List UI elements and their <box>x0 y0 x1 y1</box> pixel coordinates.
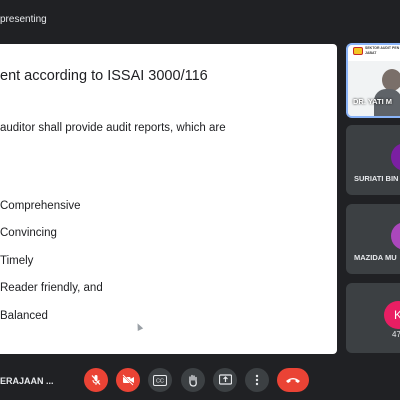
agency-logo-icon <box>353 47 363 55</box>
slide-intro: auditor shall provide audit reports, whi… <box>0 122 226 134</box>
avatar <box>391 143 400 171</box>
mouse-cursor-icon <box>134 322 144 331</box>
slide-bullet: Convincing <box>0 227 57 239</box>
presenting-label: presenting <box>0 14 47 25</box>
raise-hand-button[interactable] <box>181 368 205 392</box>
svg-text:CC: CC <box>156 378 164 384</box>
slide-bullet: Reader friendly, and <box>0 282 103 294</box>
slide-bullet: Balanced <box>0 310 48 322</box>
agency-banner: SEKTOR AUDIT PEN JABAT <box>350 45 400 61</box>
participant-tile-others[interactable]: K 47 <box>346 283 400 353</box>
top-bar: presenting <box>0 10 400 32</box>
cc-icon: CC <box>153 374 167 386</box>
hand-icon <box>189 374 197 387</box>
participant-tile[interactable]: MAZIDA MU <box>346 204 400 274</box>
presenter-head <box>382 69 400 91</box>
participant-count: 47 <box>392 330 400 339</box>
shared-slide: ent according to ISSAI 3000/116 auditor … <box>0 44 337 354</box>
meeting-name[interactable]: ERAJAAN ... <box>0 376 54 386</box>
present-icon <box>218 374 232 385</box>
end-call-icon <box>286 378 300 383</box>
participant-tile[interactable]: SURIATI BIN <box>346 125 400 195</box>
avatar: K <box>384 301 400 329</box>
participant-name: MAZIDA MU <box>354 253 397 262</box>
participant-name: SURIATI BIN <box>354 174 399 183</box>
slide-bullet: Comprehensive <box>0 200 81 212</box>
captions-button[interactable]: CC <box>148 368 172 392</box>
participant-name: DR. YATI M <box>353 97 393 106</box>
more-options-button[interactable] <box>245 368 269 392</box>
slide-bullet: Timely <box>0 255 34 267</box>
present-button[interactable] <box>213 368 237 392</box>
mic-toggle-button[interactable] <box>84 368 108 392</box>
mic-off-icon <box>91 375 101 385</box>
more-vert-icon <box>255 374 259 386</box>
avatar <box>391 222 400 250</box>
camera-off-icon <box>121 374 134 386</box>
camera-toggle-button[interactable] <box>116 368 140 392</box>
banner-text: SEKTOR AUDIT PEN JABAT <box>365 46 400 55</box>
participant-tile-presenter[interactable]: SEKTOR AUDIT PEN JABAT DR. YATI M <box>346 43 400 118</box>
slide-title: ent according to ISSAI 3000/116 <box>0 68 208 84</box>
leave-call-button[interactable] <box>277 368 309 392</box>
